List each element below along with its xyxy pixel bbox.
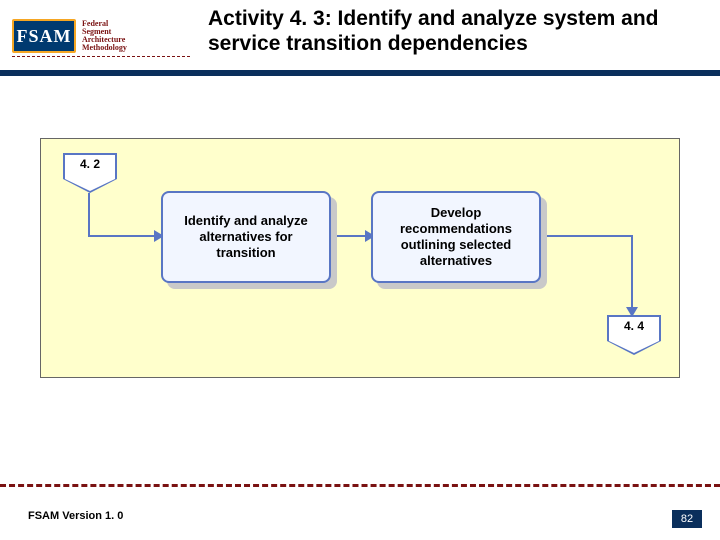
logo-badge: FSAM xyxy=(12,19,76,53)
offpage-connector-out: 4. 4 xyxy=(607,315,661,355)
connector-segment xyxy=(631,235,633,313)
incoming-ref-label: 4. 2 xyxy=(63,157,117,171)
logo-copy: Federal Segment Architecture Methodology xyxy=(82,20,127,52)
process-box-label: Identify and analyze alternatives for tr… xyxy=(171,213,321,262)
footer-version: FSAM Version 1. 0 xyxy=(28,510,123,522)
offpage-connector-in: 4. 2 xyxy=(63,153,117,193)
logo-line4: Methodology xyxy=(82,44,127,52)
slide: FSAM Federal Segment Architecture Method… xyxy=(0,0,720,540)
fsam-logo: FSAM Federal Segment Architecture Method… xyxy=(12,14,192,58)
diagram: 4. 2 Identify and analyze alternatives f… xyxy=(40,138,680,378)
title-rule xyxy=(0,70,720,76)
connector-segment xyxy=(88,193,90,237)
footer-divider xyxy=(0,484,720,487)
process-box-develop-recommendations: Develop recommendations outlining select… xyxy=(371,191,541,283)
header: FSAM Federal Segment Architecture Method… xyxy=(0,0,720,76)
logo-underline xyxy=(12,56,190,57)
connector-segment xyxy=(547,235,633,237)
outgoing-ref-label: 4. 4 xyxy=(607,319,661,333)
page-number: 82 xyxy=(672,510,702,528)
slide-title: Activity 4. 3: Identify and analyze syst… xyxy=(208,6,688,56)
connector-segment xyxy=(88,235,160,237)
logo-badge-text: FSAM xyxy=(17,26,72,47)
process-box-identify-alternatives: Identify and analyze alternatives for tr… xyxy=(161,191,331,283)
process-box-label: Develop recommendations outlining select… xyxy=(381,205,531,270)
